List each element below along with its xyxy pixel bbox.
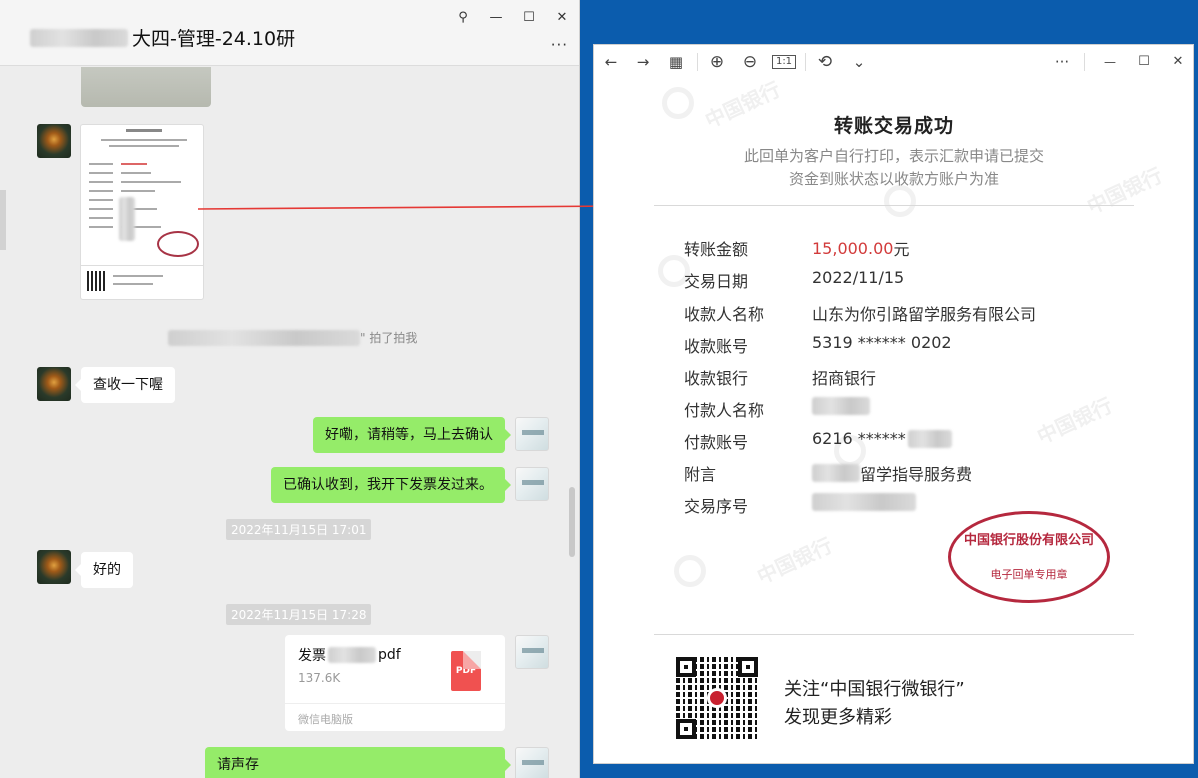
bank-logo-watermark	[674, 555, 706, 587]
qr-code[interactable]	[676, 657, 758, 739]
follow-text: 关注“中国银行微银行”	[784, 679, 965, 700]
viewer-toolbar: ← → ▦ ⊕ ⊖ 1:1 ⟲ ⌄ ··· — ☐ ✕	[594, 45, 1193, 79]
grid-view-icon[interactable]: ▦	[664, 52, 688, 72]
receipt-row-amount: 转账金额 15,000.00 元	[684, 238, 910, 260]
receipt-row-payer-name: 付款人名称	[684, 397, 1124, 421]
zoom-out-icon[interactable]: ⊖	[739, 52, 761, 72]
receipt-row-payee-account: 收款账号 5319 ****** 0202	[684, 333, 952, 356]
receipt-row-payer-account: 付款账号 6216 ******	[684, 429, 1124, 453]
back-arrow-icon[interactable]: ←	[600, 52, 622, 72]
minimize-button[interactable]: —	[1099, 52, 1121, 72]
receipt-row-date: 交易日期 2022/11/15	[684, 268, 905, 291]
close-button[interactable]: ✕	[1167, 52, 1189, 72]
more-options-icon[interactable]: ···	[1050, 52, 1074, 72]
official-seal: 中国银行股份有限公司 电子回单专用章	[948, 511, 1110, 603]
receipt-row-payee-bank: 收款银行 招商银行	[684, 369, 877, 388]
watermark: 中国银行	[753, 533, 836, 589]
receipt-title: 转账交易成功	[833, 115, 954, 137]
chevron-down-icon[interactable]: ⌄	[849, 52, 869, 72]
actual-size-icon[interactable]: 1:1	[772, 55, 796, 69]
image-viewer-window: ← → ▦ ⊕ ⊖ 1:1 ⟲ ⌄ ··· — ☐ ✕ 中国银行 中国银行 中国…	[593, 44, 1194, 764]
rotate-icon[interactable]: ⟲	[814, 52, 836, 72]
maximize-button[interactable]: ☐	[1133, 52, 1155, 72]
receipt-subtitle: 资金到账状态以收款方账户为准	[788, 170, 999, 188]
zoom-in-icon[interactable]: ⊕	[706, 52, 728, 72]
bank-logo-watermark	[884, 185, 916, 217]
transfer-amount: 15,000.00	[812, 238, 894, 258]
forward-arrow-icon[interactable]: →	[632, 52, 654, 72]
receipt-row-payee-name: 收款人名称 山东为你引路留学服务有限公司	[684, 305, 1037, 324]
receipt-subtitle: 此回单为客户自行打印，表示汇款申请已提交	[743, 147, 1044, 165]
receipt-row-memo: 附言 留学指导服务费	[684, 464, 973, 484]
bank-logo-icon	[707, 688, 727, 708]
follow-text: 发现更多精彩	[784, 707, 892, 728]
bank-receipt: 中国银行 中国银行 中国银行 中国银行 转账交易成功 此回单为客户自行打印，表示…	[654, 77, 1166, 745]
